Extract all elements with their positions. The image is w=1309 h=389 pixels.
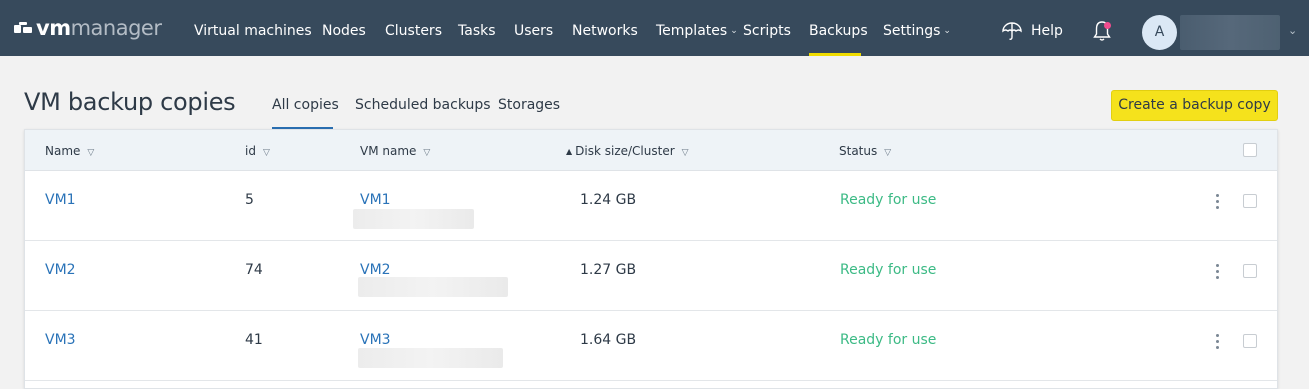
- filter-icon[interactable]: ▽: [87, 148, 94, 158]
- backup-id: 74: [245, 262, 263, 278]
- nav-settings-label: Settings: [883, 23, 941, 39]
- logo-text-manager: manager: [70, 16, 162, 40]
- backup-name-link[interactable]: VM1: [45, 192, 76, 208]
- help-link[interactable]: Help: [1031, 0, 1063, 56]
- nav-templates[interactable]: Templates ⌄: [656, 0, 738, 56]
- disk-size: 1.64 GB: [580, 332, 637, 348]
- nav-templates-label: Templates: [656, 23, 728, 39]
- row-checkbox[interactable]: [1243, 264, 1257, 278]
- nav-backups[interactable]: Backups: [809, 0, 868, 56]
- tab-scheduled-backups[interactable]: Scheduled backups: [355, 97, 491, 129]
- status-badge: Ready for use: [840, 192, 937, 208]
- column-header-name[interactable]: Name ▽: [45, 144, 94, 158]
- umbrella-help-icon[interactable]: [1002, 21, 1022, 41]
- row-menu-icon[interactable]: [1214, 263, 1222, 281]
- sort-ascending-icon: ▲: [566, 147, 573, 156]
- status-badge: Ready for use: [840, 262, 937, 278]
- filter-icon[interactable]: ▽: [263, 148, 270, 158]
- vmmanager-logo[interactable]: vm manager: [14, 16, 162, 40]
- user-avatar[interactable]: A: [1142, 15, 1177, 50]
- nav-scripts[interactable]: Scripts: [743, 0, 791, 56]
- logo-mark-icon: [14, 21, 32, 35]
- table-row[interactable]: VM3 41 VM3 1.64 GB Ready for use: [25, 311, 1277, 381]
- tab-storages[interactable]: Storages: [498, 97, 560, 129]
- filter-icon[interactable]: ▽: [682, 148, 689, 158]
- nav-virtual-machines[interactable]: Virtual machines: [194, 0, 312, 56]
- row-checkbox[interactable]: [1243, 194, 1257, 208]
- column-header-id[interactable]: id ▽: [245, 144, 270, 158]
- tab-all-copies[interactable]: All copies: [272, 97, 339, 129]
- vm-name-link[interactable]: VM2: [360, 262, 391, 278]
- vm-name-link[interactable]: VM1: [360, 192, 391, 208]
- row-menu-icon[interactable]: [1214, 193, 1222, 211]
- logo-text-vm: vm: [36, 16, 71, 40]
- table-header: Name ▽ id ▽ VM name ▽ ▲ Disk size/Cluster ▽ S…: [25, 130, 1277, 171]
- nav-users[interactable]: Users: [514, 0, 553, 56]
- row-menu-icon[interactable]: [1214, 333, 1222, 351]
- notification-dot: [1104, 22, 1111, 29]
- chevron-down-icon: ⌄: [730, 26, 738, 36]
- row-checkbox[interactable]: [1243, 334, 1257, 348]
- select-all-checkbox[interactable]: [1243, 143, 1257, 157]
- column-header-vm-name[interactable]: VM name ▽: [360, 144, 430, 158]
- table-row[interactable]: VM1 5 VM1 1.24 GB Ready for use: [25, 171, 1277, 241]
- column-header-disk-size[interactable]: ▲ Disk size/Cluster ▽: [566, 144, 689, 158]
- user-name-redacted[interactable]: [1180, 15, 1280, 50]
- disk-size: 1.27 GB: [580, 262, 637, 278]
- backup-name-link[interactable]: VM3: [45, 332, 76, 348]
- nav-tasks[interactable]: Tasks: [458, 0, 496, 56]
- nav-clusters[interactable]: Clusters: [385, 0, 442, 56]
- vm-name-link[interactable]: VM3: [360, 332, 391, 348]
- disk-size: 1.24 GB: [580, 192, 637, 208]
- vm-detail-redacted: [358, 348, 503, 368]
- backup-copies-table: Name ▽ id ▽ VM name ▽ ▲ Disk size/Cluster ▽ S…: [24, 129, 1278, 389]
- vm-detail-redacted: [358, 277, 508, 297]
- chevron-down-icon: ⌄: [943, 26, 951, 36]
- nav-networks[interactable]: Networks: [572, 0, 638, 56]
- chevron-down-icon[interactable]: ⌄: [1288, 24, 1297, 37]
- nav-nodes[interactable]: Nodes: [322, 0, 366, 56]
- backup-name-link[interactable]: VM2: [45, 262, 76, 278]
- vm-detail-redacted: [353, 209, 474, 229]
- nav-settings[interactable]: Settings ⌄: [883, 0, 951, 56]
- page-title: VM backup copies: [24, 88, 236, 116]
- filter-icon[interactable]: ▽: [884, 148, 891, 158]
- filter-icon[interactable]: ▽: [423, 148, 430, 158]
- status-badge: Ready for use: [840, 332, 937, 348]
- backup-id: 5: [245, 192, 254, 208]
- create-backup-copy-button[interactable]: Create a backup copy: [1111, 90, 1278, 121]
- backup-id: 41: [245, 332, 263, 348]
- top-navigation-bar: vm manager Virtual machines Nodes Cluster…: [0, 0, 1309, 56]
- table-row[interactable]: VM2 74 VM2 1.27 GB Ready for use: [25, 241, 1277, 311]
- column-header-status[interactable]: Status ▽: [839, 144, 891, 158]
